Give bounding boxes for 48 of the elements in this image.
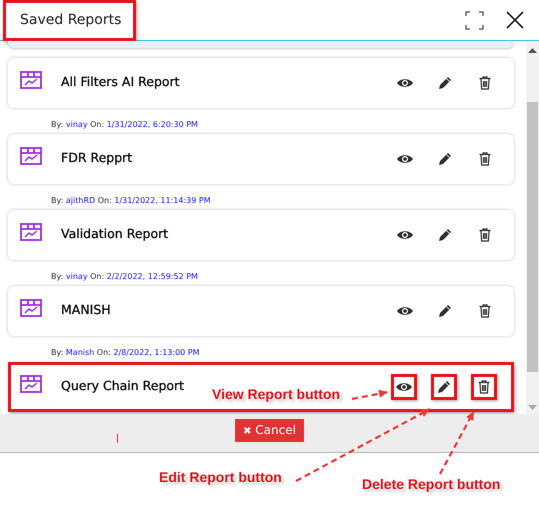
eye-icon (396, 229, 414, 241)
scrollbar[interactable] (526, 41, 539, 414)
callout-arrow (352, 390, 388, 400)
report-title: MANISH (61, 302, 111, 316)
eye-icon (396, 305, 414, 317)
trash-icon (479, 152, 491, 166)
callout-label: Edit Report button (159, 469, 282, 485)
report-meta: By: vinay On: 2/2/2022, 12:59:52 PM (50, 271, 199, 283)
report-card[interactable]: All Filters AI Report (8, 58, 514, 108)
maximize-icon[interactable] (465, 10, 484, 30)
eye-icon (395, 381, 413, 393)
pencil-icon (437, 380, 451, 394)
chart-icon (20, 375, 42, 393)
trash-icon (479, 304, 491, 318)
report-card[interactable]: Validation Report (8, 210, 514, 260)
trash-icon (479, 228, 491, 242)
eye-icon (396, 77, 414, 89)
report-title: Query Chain Report (61, 378, 184, 392)
report-title: All Filters AI Report (61, 74, 180, 88)
callout-label: Delete Report button (362, 476, 500, 492)
pencil-icon (438, 304, 452, 318)
report-title: FDR Repprt (61, 150, 132, 164)
chart-icon (20, 299, 42, 317)
eye-icon (396, 153, 414, 165)
report-title: Validation Report (61, 226, 168, 240)
view-button[interactable] (391, 374, 417, 400)
close-icon[interactable] (505, 10, 525, 30)
chart-icon (20, 223, 42, 241)
scroll-up-icon[interactable] (528, 48, 537, 53)
report-meta: By: ajithRD On: 1/31/2022, 11:14:39 PM (50, 195, 212, 207)
callout-label: View Report button (212, 386, 340, 402)
callout-arrow (439, 410, 475, 475)
chart-icon (20, 71, 42, 89)
edit-button[interactable] (431, 374, 457, 400)
text-cursor (117, 434, 118, 443)
cancel-button[interactable]: ✖ Cancel (235, 418, 304, 442)
report-meta: By: vinay On: 1/31/2022, 6:20:30 PM (50, 119, 199, 131)
trash-icon (478, 380, 490, 394)
delete-button[interactable] (471, 374, 497, 400)
chart-icon (20, 147, 42, 165)
report-card[interactable]: FDR Repprt (8, 134, 514, 184)
pencil-icon (438, 152, 452, 166)
report-card[interactable]: MANISH (8, 286, 514, 336)
report-meta: By: Manish On: 2/8/2022, 1:13:00 PM (50, 347, 201, 359)
pencil-icon (438, 76, 452, 90)
pencil-icon (438, 228, 452, 242)
trash-icon (479, 76, 491, 90)
window-title: Saved Reports (3, 0, 136, 41)
